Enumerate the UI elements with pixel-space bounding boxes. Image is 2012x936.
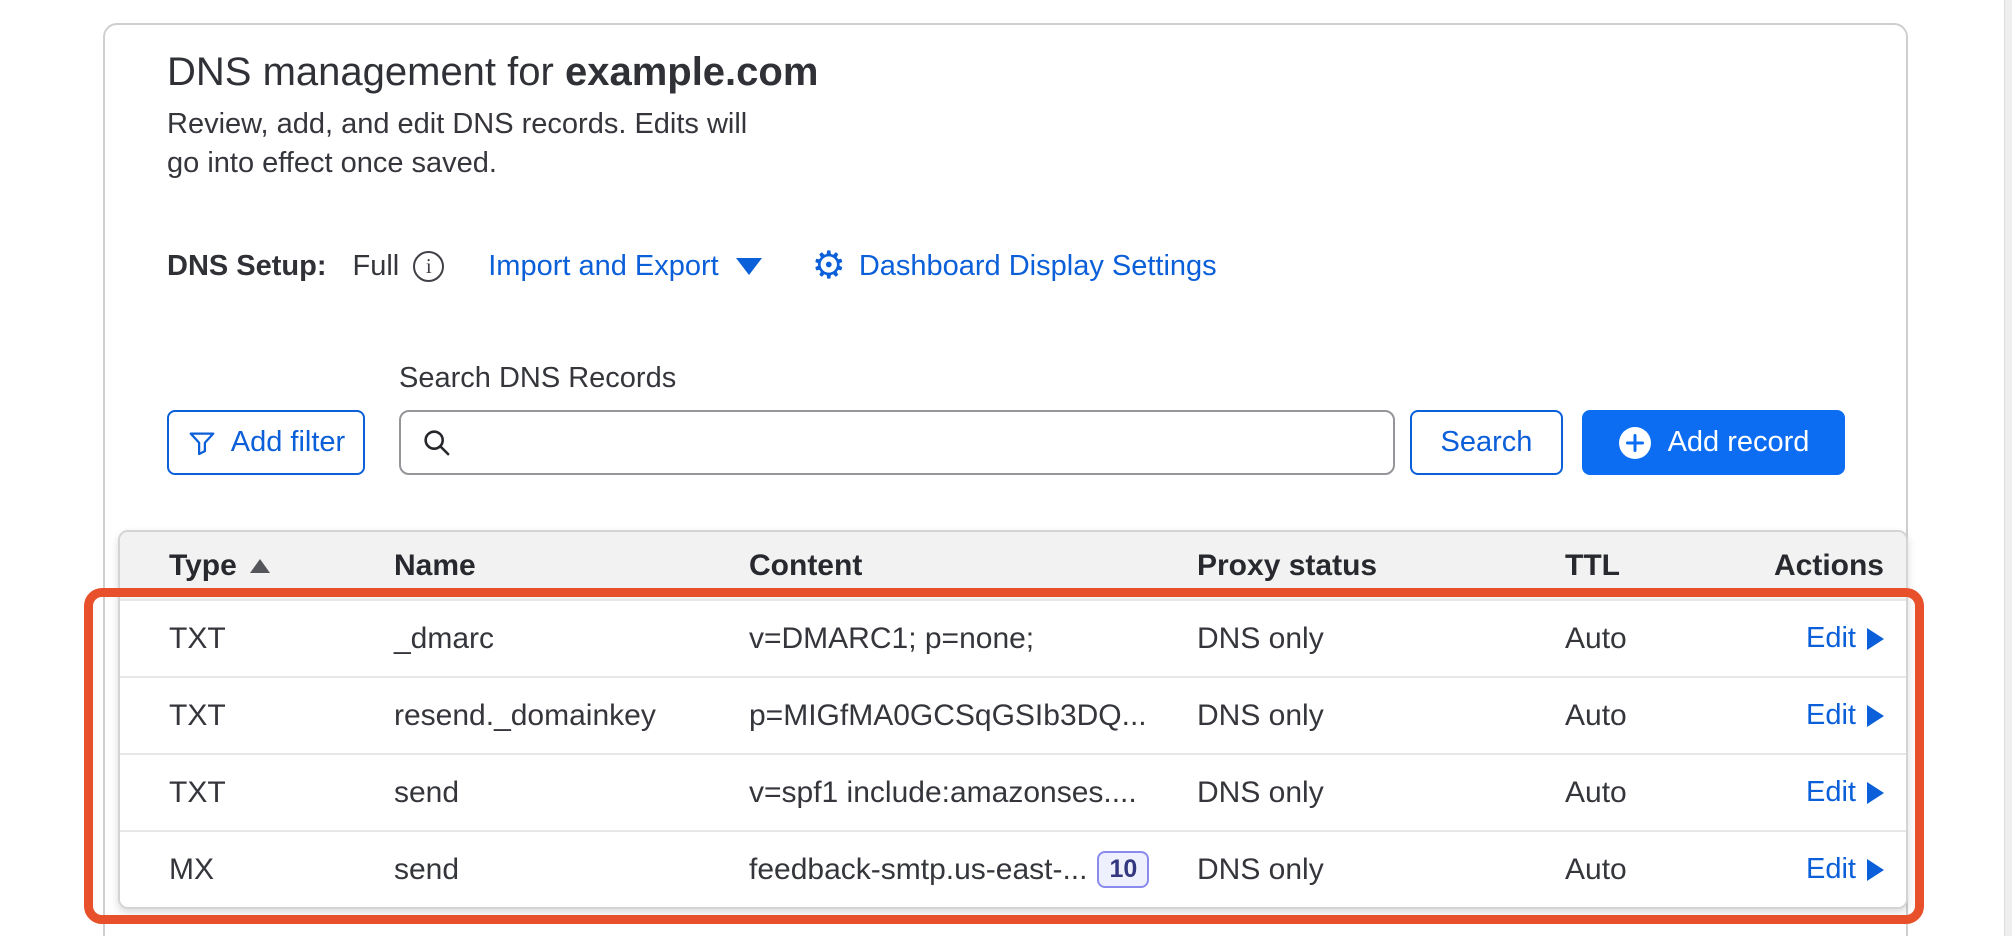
record-content-text: v=DMARC1; p=none; [749,622,1034,656]
search-icon [421,427,452,458]
table-header-row: Type Name Content Proxy status TTL Actio… [120,532,1906,599]
table-body: TXT _dmarc v=DMARC1; p=none; DNS only Au… [120,599,1906,907]
chevron-right-icon [1867,782,1884,804]
cell-proxy-status: DNS only [1197,699,1565,733]
edit-link[interactable]: Edit [1806,853,1856,886]
search-input[interactable] [399,410,1395,475]
record-content-text: p=MIGfMA0GCSqGSIb3DQ... [749,699,1147,733]
filter-funnel-icon [187,428,217,458]
gear-icon: ⚙ [812,247,846,285]
cell-content: v=spf1 include:amazonses.... [749,776,1197,810]
page-title: DNS management for example.com [167,50,818,94]
cell-proxy-status: DNS only [1197,622,1565,656]
cell-type: TXT [169,776,394,810]
page-description: Review, add, and edit DNS records. Edits… [167,105,747,183]
edit-link[interactable]: Edit [1806,622,1856,655]
sort-ascending-icon [250,559,270,573]
record-content-text: feedback-smtp.us-east-... [749,853,1087,887]
column-header-type-label: Type [169,549,237,583]
chevron-right-icon [1867,859,1884,881]
cell-name: send [394,776,749,810]
cell-actions: Edit [1740,699,1884,732]
column-header-content: Content [749,549,1197,583]
column-header-proxy-status: Proxy status [1197,549,1565,583]
record-content-text: v=spf1 include:amazonses.... [749,776,1137,810]
search-field [399,410,1395,475]
column-header-actions: Actions [1740,549,1884,583]
import-export-label: Import and Export [488,250,719,283]
search-button-label: Search [1441,426,1533,459]
cell-content: v=DMARC1; p=none; [749,622,1197,656]
table-row: TXT resend._domainkey p=MIGfMA0GCSqGSIb3… [120,676,1906,753]
add-filter-label: Add filter [231,426,345,459]
cell-type: TXT [169,699,394,733]
page-description-line1: Review, add, and edit DNS records. Edits… [167,105,747,144]
cell-ttl: Auto [1565,853,1740,887]
chevron-right-icon [1867,628,1884,650]
page: DNS management for example.com Review, a… [0,0,2012,936]
search-records-label: Search DNS Records [399,362,676,395]
dns-setup-row: DNS Setup: Full i Import and Export ⚙ Da… [167,246,1217,286]
cell-actions: Edit [1740,622,1884,655]
edit-link[interactable]: Edit [1806,699,1856,732]
table-row: MX send feedback-smtp.us-east-... 10 DNS … [120,830,1906,907]
cell-proxy-status: DNS only [1197,853,1565,887]
dns-setup-label: DNS Setup: [167,250,327,283]
cell-name: send [394,853,749,887]
chevron-right-icon [1867,705,1884,727]
page-title-domain: example.com [565,50,818,94]
column-header-type[interactable]: Type [169,549,394,583]
cell-type: MX [169,853,394,887]
add-record-label: Add record [1668,426,1810,459]
dashboard-display-settings-link[interactable]: Dashboard Display Settings [859,250,1217,283]
page-description-line2: go into effect once saved. [167,144,747,183]
cell-name: _dmarc [394,622,749,656]
dns-management-card: DNS management for example.com Review, a… [103,23,1908,936]
plus-circle-icon [1618,426,1652,460]
dns-records-table: Type Name Content Proxy status TTL Actio… [118,530,1908,909]
cell-name: resend._domainkey [394,699,749,733]
table-row: TXT _dmarc v=DMARC1; p=none; DNS only Au… [120,599,1906,676]
scrollbar-gutter [2004,0,2012,936]
import-export-link[interactable]: Import and Export [488,250,762,283]
priority-badge: 10 [1097,851,1149,889]
search-button[interactable]: Search [1410,410,1563,475]
cell-actions: Edit [1740,776,1884,809]
edit-link[interactable]: Edit [1806,776,1856,809]
cell-type: TXT [169,622,394,656]
cell-content: p=MIGfMA0GCSqGSIb3DQ... [749,699,1197,733]
dns-setup-value: Full [353,250,400,283]
cell-proxy-status: DNS only [1197,776,1565,810]
cell-ttl: Auto [1565,622,1740,656]
cell-ttl: Auto [1565,776,1740,810]
column-header-name: Name [394,549,749,583]
cell-ttl: Auto [1565,699,1740,733]
table-row: TXT send v=spf1 include:amazonses.... DN… [120,753,1906,830]
page-title-prefix: DNS management for [167,50,565,94]
add-filter-button[interactable]: Add filter [167,410,365,475]
dashboard-display-settings-label: Dashboard Display Settings [859,250,1217,283]
cell-actions: Edit [1740,853,1884,886]
info-icon[interactable]: i [413,251,444,282]
column-header-ttl: TTL [1565,549,1740,583]
cell-content: feedback-smtp.us-east-... 10 [749,851,1197,889]
chevron-down-icon [736,258,762,275]
add-record-button[interactable]: Add record [1582,410,1845,475]
